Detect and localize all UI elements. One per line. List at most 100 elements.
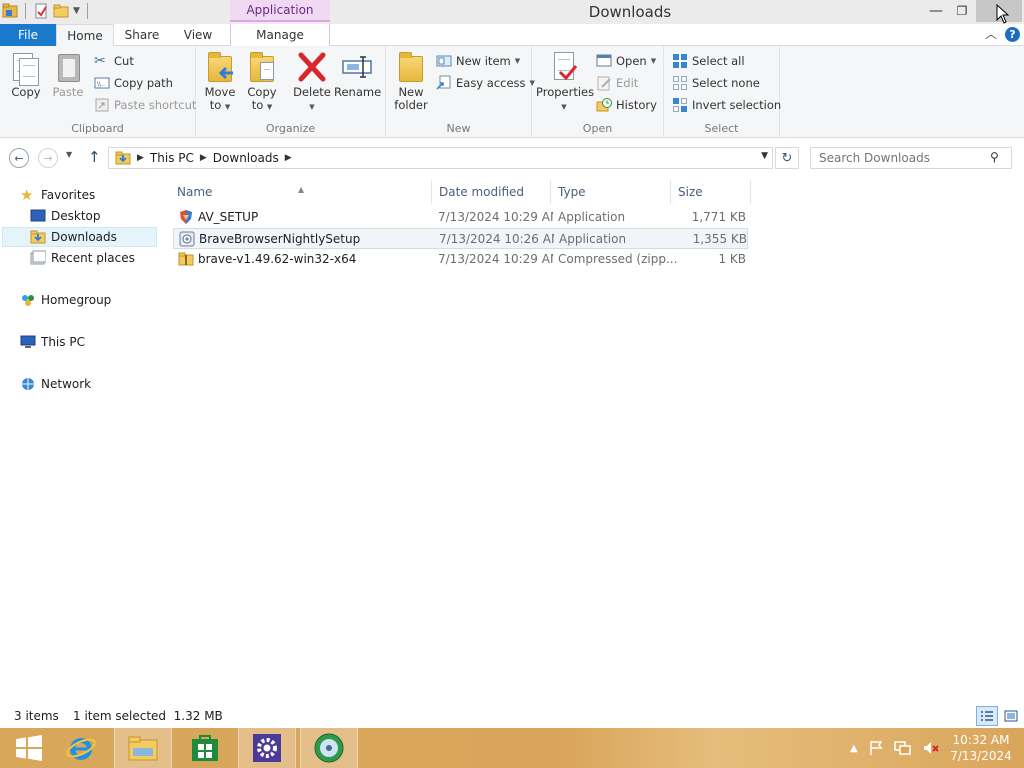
organize-group: Move to ▼ Copy to ▼ Delete ▼ Rename Orga… <box>196 46 386 138</box>
easy-access-icon <box>436 75 452 91</box>
nav-item-favorites[interactable]: ★ Favorites <box>20 185 95 205</box>
collapse-ribbon-icon[interactable]: ︿ <box>984 27 998 41</box>
column-header-name[interactable]: Name ▲ <box>170 180 432 204</box>
back-arrow-icon: ← <box>14 151 24 165</box>
start-button[interactable] <box>0 728 58 768</box>
nav-item-network[interactable]: Network <box>20 374 91 394</box>
nav-item-desktop[interactable]: Desktop <box>30 206 101 226</box>
file-type: Compressed (zipp... <box>558 252 676 266</box>
close-button[interactable] <box>976 0 1022 24</box>
cut-button[interactable]: ✂ Cut <box>94 51 134 71</box>
windows-logo-icon <box>16 735 42 761</box>
copy-path-button[interactable]: \\.. Copy path <box>94 73 173 93</box>
action-center-flag-icon[interactable] <box>868 740 884 756</box>
tab-view[interactable]: View <box>170 24 226 47</box>
file-row-brave-zip[interactable]: brave-v1.49.62-win32-x64 7/13/2024 10:29… <box>173 249 748 270</box>
nav-item-this-pc[interactable]: This PC <box>20 332 85 352</box>
rename-button[interactable]: Rename <box>334 50 382 99</box>
breadcrumb-chevron-icon[interactable]: ▶ <box>137 153 144 163</box>
open-button[interactable]: Open ▼ <box>596 51 656 71</box>
details-view-button[interactable] <box>976 706 998 726</box>
back-button[interactable]: ← <box>9 148 29 168</box>
show-hidden-icons-icon[interactable]: ▲ <box>850 743 858 754</box>
properties-button[interactable]: Properties ▼ <box>536 50 594 114</box>
breadcrumb-downloads[interactable]: Downloads <box>213 151 279 165</box>
invert-selection-button[interactable]: Invert selection <box>672 95 781 115</box>
move-to-button[interactable]: Move to ▼ <box>202 50 238 114</box>
taskbar-internet-explorer[interactable] <box>52 728 110 768</box>
installer-disc-icon <box>314 733 344 763</box>
help-icon[interactable]: ? <box>1005 27 1020 42</box>
select-all-button[interactable]: Select all <box>672 51 745 71</box>
restore-button[interactable]: ❐ <box>948 0 976 22</box>
paste-label: Paste <box>52 85 84 99</box>
file-row-av-setup[interactable]: AV_SETUP 7/13/2024 10:29 AM Application … <box>173 207 748 228</box>
history-icon <box>596 97 612 113</box>
select-none-button[interactable]: Select none <box>672 73 760 93</box>
breadcrumb-this-pc[interactable]: This PC <box>150 151 194 165</box>
nav-item-recent-places[interactable]: Recent places <box>30 248 135 268</box>
tab-file[interactable]: File <box>0 24 56 46</box>
taskbar: ▲ 10:32 AM 7/13/2024 <box>0 728 1024 768</box>
file-size: 1,771 KB <box>691 210 746 224</box>
recent-locations-icon[interactable]: ▼ <box>66 150 72 159</box>
easy-access-button[interactable]: Easy access ▼ <box>436 73 535 93</box>
minimize-button[interactable]: — <box>922 0 950 22</box>
rename-label: Rename <box>334 85 382 99</box>
up-arrow-icon[interactable]: ↑ <box>88 148 101 166</box>
volume-muted-icon[interactable] <box>922 740 940 756</box>
taskbar-store[interactable] <box>176 728 234 768</box>
file-date: 7/13/2024 10:26 AM <box>439 232 554 246</box>
open-dropdown-icon: ▼ <box>650 57 657 65</box>
copy-to-button[interactable]: Copy to ▼ <box>244 50 280 114</box>
file-name: brave-v1.49.62-win32-x64 <box>198 252 357 266</box>
copy-label: Copy <box>11 85 41 99</box>
network-tray-icon[interactable] <box>893 740 912 756</box>
taskbar-clock[interactable]: 10:32 AM 7/13/2024 <box>948 732 1014 764</box>
tab-home[interactable]: Home <box>56 24 114 47</box>
clock-date: 7/13/2024 <box>950 749 1012 763</box>
nav-item-homegroup[interactable]: Homegroup <box>20 290 111 310</box>
address-dropdown-icon[interactable]: ▼ <box>761 151 768 161</box>
column-header-date[interactable]: Date modified <box>432 180 551 204</box>
clock-time: 10:32 AM <box>952 733 1010 747</box>
nav-recent-places-label: Recent places <box>51 251 135 265</box>
taskbar-file-explorer[interactable] <box>114 728 172 768</box>
paste-button[interactable]: Paste <box>48 50 88 99</box>
search-input[interactable] <box>810 147 1012 169</box>
shield-app-icon <box>180 210 192 224</box>
tab-manage[interactable]: Manage <box>230 24 330 47</box>
column-header-size[interactable]: Size <box>671 180 751 204</box>
details-view-icon <box>981 711 993 721</box>
clipboard-group: Copy Paste ✂ Cut \\.. Copy path Paste sh… <box>0 46 196 138</box>
paste-shortcut-button[interactable]: Paste shortcut <box>94 95 196 115</box>
open-icon <box>596 53 612 69</box>
history-button[interactable]: History <box>596 95 657 115</box>
delete-button[interactable]: Delete ▼ <box>292 50 332 114</box>
tab-share[interactable]: Share <box>114 24 170 47</box>
copy-to-label-1: Copy <box>247 85 277 99</box>
breadcrumb-chevron-icon[interactable]: ▶ <box>285 153 292 163</box>
file-row-brave-nightly-setup[interactable]: BraveBrowserNightlySetup 7/13/2024 10:26… <box>173 228 748 249</box>
ribbon: Copy Paste ✂ Cut \\.. Copy path Paste sh… <box>0 46 1024 138</box>
taskbar-brave-installer[interactable] <box>300 728 358 768</box>
star-icon: ★ <box>20 186 34 204</box>
forward-button[interactable]: → <box>38 148 58 168</box>
sort-ascending-icon: ▲ <box>298 185 305 194</box>
nav-item-downloads[interactable]: Downloads <box>2 227 157 247</box>
taskbar-settings[interactable] <box>238 728 296 768</box>
file-type: Application <box>559 232 627 246</box>
copy-button[interactable]: Copy <box>6 50 46 99</box>
new-folder-button[interactable]: New folder <box>392 50 430 112</box>
large-icons-view-button[interactable] <box>1001 706 1021 726</box>
nav-desktop-label: Desktop <box>51 209 101 223</box>
copy-to-label-2: to <box>251 98 264 112</box>
title-bar: ▼ Application Tools Downloads — ❐ <box>0 0 1024 37</box>
new-item-button[interactable]: New item ▼ <box>436 51 520 71</box>
address-bar[interactable]: ▶ This PC ▶ Downloads ▶ ▼ <box>108 147 773 169</box>
refresh-button[interactable]: ↻ <box>775 147 799 169</box>
breadcrumb-chevron-icon[interactable]: ▶ <box>200 153 207 163</box>
recent-places-icon <box>30 250 47 266</box>
edit-button[interactable]: Edit <box>596 73 638 93</box>
column-header-type[interactable]: Type <box>551 180 671 204</box>
